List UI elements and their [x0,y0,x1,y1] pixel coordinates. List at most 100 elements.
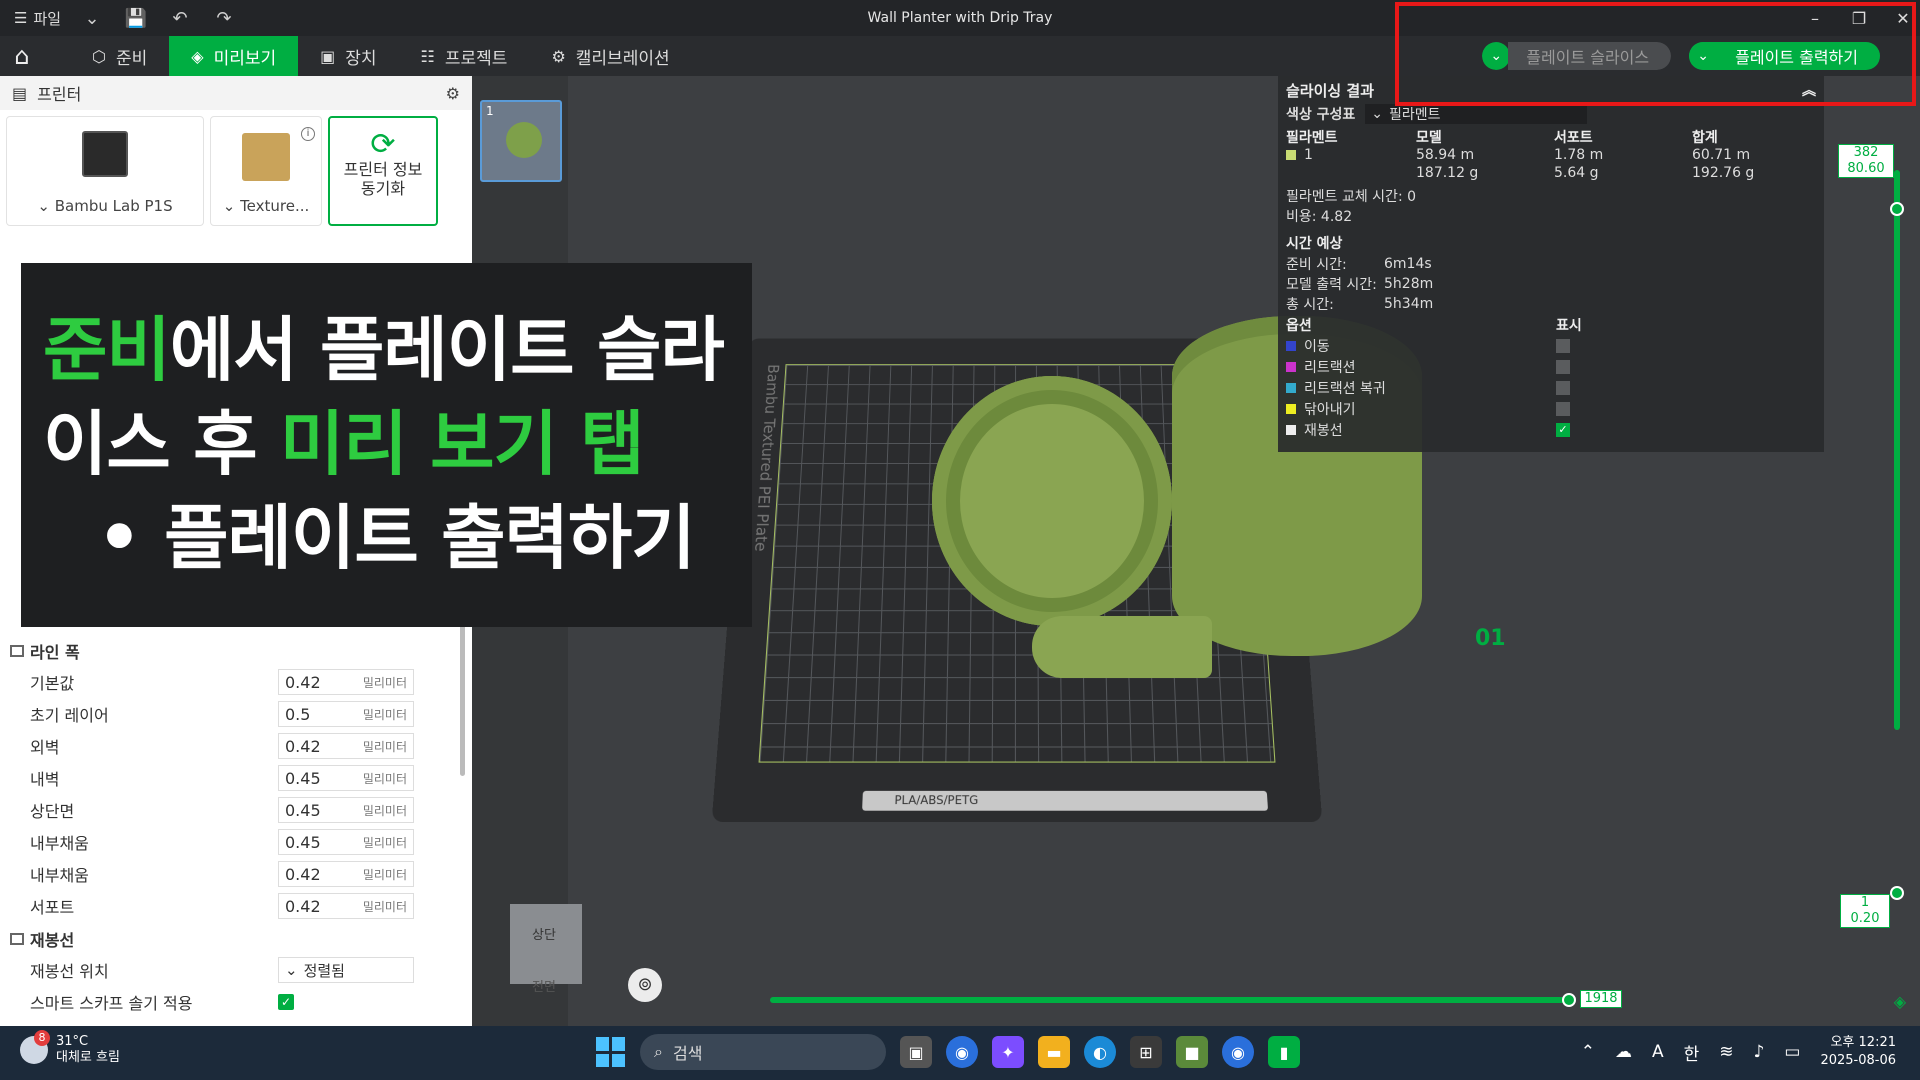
line-width-input[interactable]: 0.5 밀리미터 [278,701,414,727]
model-time-label: 모델 출력 시간: [1286,277,1377,293]
slice-plate-button[interactable]: ⌄ 플레이트 슬라이스 [1482,42,1672,70]
sync-printer-button[interactable]: ⟳ 프린터 정보 동기화 [328,116,438,226]
bambu-studio-icon[interactable]: ▮ [1268,1036,1300,1068]
layers-icon[interactable]: ◈ [1894,992,1906,1011]
gear-icon[interactable]: ⚙ [446,84,460,103]
redo-icon[interactable]: ↷ [211,8,237,29]
ime-language-icon[interactable]: 한 [1684,1040,1700,1065]
home-icon[interactable]: ⌂ [0,36,44,76]
app-window: ☰ 파일 ⌄ 💾 ↶ ↷ Wall Planter with Drip Tray… [0,0,1920,1080]
chevron-down-icon[interactable]: ⌄ [1689,42,1718,70]
caption-text: 플레이트 출력하기 [164,497,696,579]
model-mount-clip[interactable] [1032,616,1212,678]
tab-prepare[interactable]: ⬡ 준비 [44,36,169,76]
volume-icon[interactable]: ♪ [1754,1042,1765,1062]
minecraft-icon[interactable]: ■ [1176,1036,1208,1068]
temperature: 31°C [56,1034,89,1049]
undo-icon[interactable]: ↶ [167,8,193,29]
layer-bottom-number: 1 [1860,895,1870,910]
model-weight: 187.12 g [1416,165,1479,181]
move-slider[interactable] [770,997,1570,1003]
restore-icon[interactable]: ❐ [1850,9,1868,28]
chevron-down-icon[interactable]: ⌄ [79,8,105,29]
chevron-up-icon[interactable]: ⌃ [1581,1042,1595,1062]
weather-widget[interactable]: 8 31°C 대체로 흐림 [20,1030,120,1066]
plate-image [242,133,290,181]
model-drip-tray[interactable] [932,376,1172,626]
results-header: 슬라이싱 결과 ︽ [1278,76,1824,104]
reset-view-icon[interactable]: ⊚ [628,968,662,1002]
edge-icon[interactable]: ◐ [1084,1036,1116,1068]
cloud-icon: 8 [20,1030,50,1064]
smart-scarf-label: 스마트 스카프 솔기 적용 [30,994,193,1013]
file-menu[interactable]: ☰ 파일 [14,8,61,29]
line-width-input[interactable]: 0.45 밀리미터 [278,765,414,791]
chevron-down-icon[interactable]: ⌄ [1482,42,1511,70]
tab-preview[interactable]: ◈ 미리보기 [169,36,299,76]
total-length: 60.71 m [1692,147,1751,163]
layer-top-handle[interactable] [1890,202,1904,216]
save-icon[interactable]: 💾 [123,8,149,29]
line-width-input[interactable]: 0.42 밀리미터 [278,861,414,887]
layer-slider[interactable] [1894,170,1900,730]
option-row: 리트랙션 [1278,356,1824,377]
option-visible-checkbox[interactable] [1556,359,1570,374]
chrome-profile-icon[interactable]: ◉ [1222,1036,1254,1068]
option-row: 이동 [1278,335,1824,356]
file-explorer-icon[interactable]: ▬ [1038,1036,1070,1068]
close-icon[interactable]: ✕ [1894,9,1912,28]
plate-thumbnail[interactable]: 1 [480,100,562,182]
chrome-icon[interactable]: ◉ [946,1036,978,1068]
option-visible-checkbox[interactable] [1556,338,1570,353]
cost-value: 비용: 4.82 [1286,209,1353,225]
color-scheme-select[interactable]: ⌄ 필라멘트 [1365,104,1588,124]
option-label: 재봉선 [1304,422,1343,439]
layer-bottom-handle[interactable] [1890,886,1904,900]
onedrive-icon[interactable]: ☁ [1615,1042,1632,1062]
tab-device[interactable]: ▣ 장치 [298,36,398,76]
smart-scarf-checkbox[interactable]: ✓ [278,994,294,1010]
table-row: 1 58.94 m 1.78 m 60.71 m [1286,146,1816,164]
ime-mode-icon[interactable]: A [1652,1042,1664,1062]
store-icon[interactable]: ⊞ [1130,1036,1162,1068]
move-slider-handle[interactable] [1562,993,1576,1007]
chevron-down-icon: ⌄ [222,197,241,215]
line-width-label: 상단면 [30,802,75,821]
tab-calibration[interactable]: ⚙ 캘리브레이션 [529,36,691,76]
clock[interactable]: 오후 12:21 2025-08-06 [1820,1034,1896,1070]
copilot-icon[interactable]: ✦ [992,1036,1024,1068]
tab-project[interactable]: ☷ 프로젝트 [399,36,530,76]
line-width-input[interactable]: 0.45 밀리미터 [278,797,414,823]
weather-text: 대체로 흐림 [56,1050,120,1065]
line-width-input[interactable]: 0.42 밀리미터 [278,893,414,919]
line-width-input[interactable]: 0.45 밀리미터 [278,829,414,855]
option-visible-checkbox[interactable]: ✓ [1556,422,1570,437]
battery-icon[interactable]: ▭ [1784,1042,1800,1062]
minimize-icon[interactable]: – [1806,9,1824,28]
task-view-icon[interactable]: ▣ [900,1036,932,1068]
plate-number: 01 [1475,626,1506,651]
system-tray: ⌃ ☁ A 한 ≋ ♪ ▭ 오후 12:21 2025-08-06 [1581,1034,1896,1070]
printer-select[interactable]: ⌄ Bambu Lab P1S [6,116,204,226]
option-visible-checkbox[interactable] [1556,401,1570,416]
line-width-row: 상단면 0.45 밀리미터 [0,794,472,826]
line-width-input[interactable]: 0.42 밀리미터 [278,669,414,695]
printer-image [82,131,128,177]
taskbar-search[interactable]: ⌕ 검색 [640,1034,886,1070]
option-label: 닦아내기 [1304,401,1356,418]
collapse-icon[interactable]: ︽ [1802,80,1816,100]
panel-scrollbar[interactable] [460,616,465,776]
plate-select[interactable]: i ⌄ Texture... [210,116,322,226]
view-cube[interactable]: 상단 전면 [510,904,582,995]
model-length: 58.94 m [1416,147,1475,163]
line-width-input[interactable]: 0.42 밀리미터 [278,733,414,759]
option-visible-checkbox[interactable] [1556,380,1570,395]
unit-label: 밀리미터 [362,707,407,722]
windows-start-icon[interactable] [596,1037,626,1067]
wifi-icon[interactable]: ≋ [1719,1042,1733,1062]
info-icon[interactable]: i [301,127,315,141]
layer-top-height: 80.60 [1847,161,1885,176]
printer-name: Bambu Lab P1S [54,197,173,215]
seam-position-select[interactable]: ⌄ 정렬됨 [278,957,414,983]
print-plate-button[interactable]: ⌄ 플레이트 출력하기 [1689,42,1880,70]
